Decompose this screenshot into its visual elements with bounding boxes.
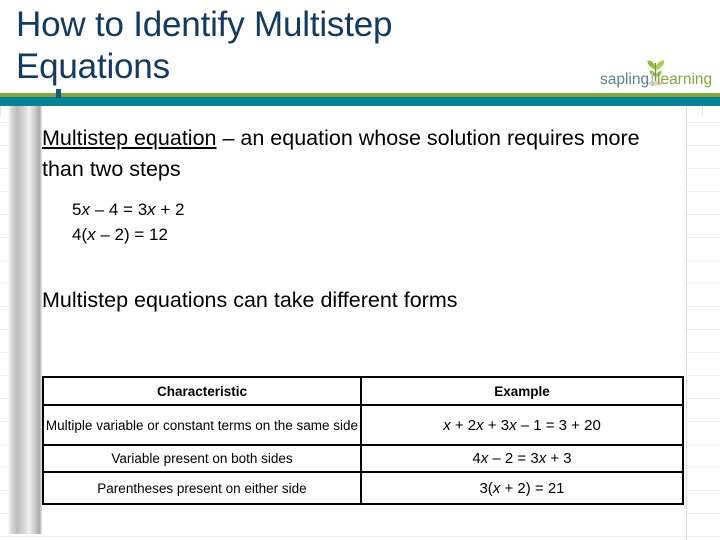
ruled-paper-margin-line — [686, 99, 687, 540]
header-teal-band — [0, 97, 720, 106]
logo-word-learning: learning — [657, 71, 712, 88]
slide-content-panel: Multistep equation – an equation whose s… — [42, 106, 686, 530]
page-title: How to Identify Multistep Equations — [16, 5, 393, 86]
example-equation-2: 4(x – 2) = 12 — [72, 225, 168, 244]
logo-divider — [651, 72, 654, 86]
table-row: Multiple variable or constant terms on t… — [42, 404, 684, 446]
row-example: 3(x + 2) = 21 — [360, 471, 684, 505]
characteristics-table: Characteristic Example Multiple variable… — [42, 376, 684, 505]
binder-spine — [8, 106, 42, 534]
slide-canvas: How to Identify Multistep Equations sapl… — [0, 0, 720, 540]
logo-word-sapling: sapling — [600, 71, 649, 88]
example-equation-list: 5x – 4 = 3x + 2 4(x – 2) = 12 — [72, 197, 185, 247]
table-row: Parentheses present on either side 3(x +… — [42, 471, 684, 505]
row-characteristic: Variable present on both sides — [42, 444, 362, 473]
row-example: 4x – 2 = 3x + 3 — [360, 444, 684, 473]
definition-term: Multistep equation — [42, 126, 217, 150]
forms-heading: Multistep equations can take different f… — [42, 288, 458, 312]
example-equation-1: 5x – 4 = 3x + 2 — [72, 200, 185, 219]
row-characteristic: Multiple variable or constant terms on t… — [42, 404, 362, 446]
definition-paragraph: Multistep equation – an equation whose s… — [42, 123, 658, 185]
table-row: Variable present on both sides 4x – 2 = … — [42, 444, 684, 473]
table-header-row: Characteristic Example — [42, 376, 684, 406]
row-characteristic: Parentheses present on either side — [42, 471, 362, 505]
row-example: x + 2x + 3x – 1 = 3 + 20 — [360, 404, 684, 446]
table-header-characteristic: Characteristic — [42, 376, 362, 406]
header-band-notch — [56, 89, 61, 98]
table-header-example: Example — [360, 376, 684, 406]
sapling-learning-logo: sapling learning — [598, 59, 716, 93]
